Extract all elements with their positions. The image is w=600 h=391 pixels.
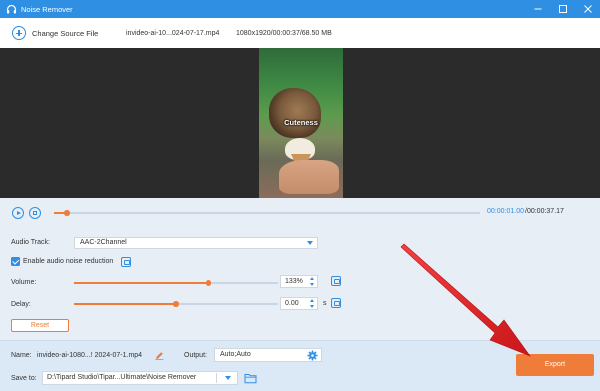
- copy-to-all-icon[interactable]: [121, 257, 131, 267]
- video-caption: Cuteness: [284, 118, 318, 127]
- playback-bar: 00:00:01.00 /00:00:37.17: [0, 198, 600, 228]
- delay-slider[interactable]: [74, 301, 278, 307]
- save-to-path-select[interactable]: D:\Tipard Studio\Tipar...Ultimate\Noise …: [42, 371, 238, 385]
- spin-arrows-icon[interactable]: [310, 277, 315, 286]
- source-file-name: invideo-ai-10...024-07-17.mp4: [126, 29, 220, 37]
- progress-handle[interactable]: [64, 210, 70, 216]
- audio-track-value: AAC-2Channel: [80, 239, 127, 246]
- toolbar: Change Source File invideo-ai-10...024-0…: [0, 18, 600, 48]
- output-file-name: invideo-ai-1080...! 2024-07-1.mp4: [37, 352, 143, 359]
- stop-icon: [33, 211, 37, 215]
- delay-label: Delay:: [11, 301, 31, 308]
- headphones-icon: [5, 3, 17, 15]
- divider: [216, 373, 217, 383]
- save-to-path: D:\Tipard Studio\Tipar...Ultimate\Noise …: [47, 374, 197, 381]
- delay-apply-icon[interactable]: [331, 298, 341, 308]
- volume-slider[interactable]: [74, 280, 278, 286]
- current-time: 00:00:01.00: [487, 208, 524, 215]
- output-format-field[interactable]: Auto;Auto: [214, 348, 322, 362]
- minimize-icon[interactable]: [532, 3, 544, 15]
- volume-stepper[interactable]: 133%: [280, 275, 318, 288]
- chevron-down-icon: [307, 241, 313, 245]
- audio-track-label: Audio Track:: [11, 239, 50, 246]
- save-to-label: Save to:: [11, 375, 37, 382]
- maximize-icon[interactable]: [557, 3, 569, 15]
- source-file-meta: 1080x1920/00:00:37/68.50 MB: [236, 29, 332, 37]
- add-icon: [12, 26, 26, 40]
- volume-handle[interactable]: [205, 280, 212, 286]
- output-format-value: Auto;Auto: [220, 351, 251, 358]
- hand-image: [279, 160, 339, 194]
- output-footer: Name: invideo-ai-1080...! 2024-07-1.mp4 …: [0, 340, 600, 391]
- change-source-label: Change Source File: [32, 28, 99, 38]
- chevron-down-icon: [225, 376, 231, 380]
- window-title: Noise Remover: [21, 4, 73, 14]
- volume-apply-icon[interactable]: [331, 276, 341, 286]
- edit-name-icon[interactable]: [155, 351, 164, 361]
- delay-handle[interactable]: [173, 301, 179, 307]
- reset-button[interactable]: Reset: [11, 319, 69, 332]
- volume-label: Volume:: [11, 279, 37, 286]
- video-preview: Cuteness: [0, 48, 600, 198]
- noise-reduction-checkbox[interactable]: [11, 257, 20, 266]
- play-icon: [16, 211, 21, 215]
- delay-unit: s: [323, 300, 327, 307]
- video-frame: Cuteness: [259, 48, 343, 198]
- change-source-file-button[interactable]: Change Source File: [12, 26, 98, 40]
- delay-fill: [74, 303, 176, 305]
- close-icon[interactable]: [582, 3, 594, 15]
- volume-fill: [74, 282, 209, 284]
- stop-button[interactable]: [29, 207, 41, 219]
- output-label: Output:: [184, 352, 207, 359]
- name-label: Name:: [11, 352, 32, 359]
- spin-arrows-icon[interactable]: [310, 299, 315, 308]
- total-time: /00:00:37.17: [525, 208, 564, 215]
- noise-reduction-label: Enable audio noise reduction: [23, 258, 114, 265]
- audio-track-select[interactable]: AAC-2Channel: [74, 237, 318, 249]
- play-button[interactable]: [12, 207, 24, 219]
- delay-value: 0.00: [285, 300, 299, 307]
- delay-stepper[interactable]: 0.00: [280, 297, 318, 310]
- title-bar: Noise Remover: [0, 0, 600, 18]
- export-button[interactable]: Export: [516, 354, 594, 376]
- volume-value: 133%: [285, 278, 303, 285]
- dog-image: [269, 88, 321, 138]
- audio-settings-panel: Audio Track: AAC-2Channel Enable audio n…: [0, 228, 600, 340]
- gear-icon[interactable]: [307, 350, 318, 361]
- playback-progress-slider[interactable]: [54, 210, 480, 216]
- folder-icon[interactable]: [244, 372, 257, 384]
